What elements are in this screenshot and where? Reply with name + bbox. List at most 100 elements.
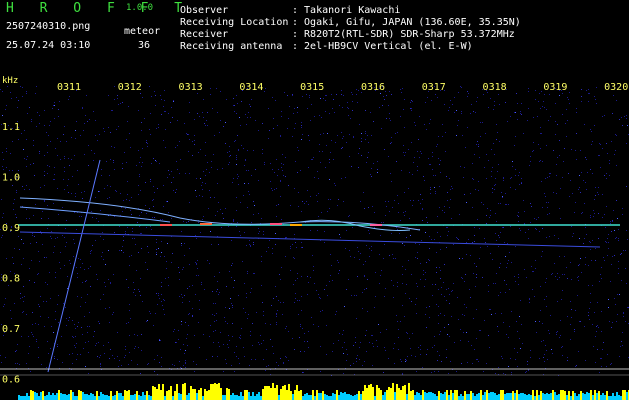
- noise-pixel: [492, 188, 493, 189]
- time-tick-label: 0315: [300, 82, 324, 93]
- noise-pixel: [574, 212, 575, 213]
- noise-pixel: [249, 240, 250, 241]
- noise-pixel: [73, 239, 74, 240]
- noise-pixel: [553, 192, 554, 193]
- noise-pixel: [595, 195, 596, 196]
- noise-pixel: [282, 154, 283, 155]
- noise-pixel: [586, 90, 587, 91]
- noise-pixel: [590, 302, 591, 303]
- noise-pixel: [99, 191, 100, 192]
- noise-pixel: [297, 300, 298, 301]
- level-bar-sample: [338, 395, 340, 400]
- noise-pixel: [572, 236, 573, 237]
- level-bar-sample: [296, 385, 298, 400]
- noise-pixel: [393, 348, 394, 349]
- noise-pixel: [621, 341, 622, 342]
- noise-pixel: [276, 322, 277, 323]
- level-bar-sample: [294, 390, 296, 400]
- noise-pixel: [409, 218, 410, 219]
- noise-pixel: [487, 246, 488, 247]
- noise-pixel: [174, 365, 175, 366]
- noise-pixel: [58, 109, 59, 110]
- noise-pixel: [414, 122, 415, 123]
- noise-pixel: [290, 246, 291, 247]
- noise-pixel: [615, 304, 616, 305]
- noise-pixel: [475, 286, 476, 287]
- noise-pixel: [135, 244, 136, 245]
- noise-pixel: [314, 116, 315, 117]
- noise-pixel: [292, 244, 293, 245]
- noise-pixel: [578, 351, 579, 352]
- noise-pixel: [60, 268, 61, 269]
- level-bar-sample: [534, 396, 536, 400]
- noise-pixel: [373, 121, 374, 122]
- noise-pixel: [88, 373, 89, 374]
- noise-pixel: [619, 356, 620, 357]
- noise-pixel: [432, 152, 433, 153]
- noise-pixel: [412, 174, 413, 175]
- noise-pixel: [434, 187, 435, 188]
- level-bar-sample: [114, 395, 116, 400]
- noise-pixel: [596, 331, 597, 332]
- noise-pixel: [268, 108, 269, 109]
- noise-pixel: [84, 154, 85, 155]
- noise-pixel: [236, 197, 237, 198]
- noise-pixel: [310, 277, 311, 278]
- noise-pixel: [57, 188, 58, 189]
- noise-pixel: [420, 203, 421, 204]
- noise-pixel: [368, 142, 369, 143]
- noise-pixel: [194, 144, 195, 145]
- noise-pixel: [110, 283, 111, 284]
- noise-pixel: [317, 171, 318, 172]
- noise-pixel: [331, 140, 332, 141]
- noise-pixel: [195, 262, 196, 263]
- level-bar-sample: [578, 394, 580, 400]
- noise-pixel: [535, 228, 536, 229]
- noise-pixel: [323, 98, 324, 99]
- noise-pixel: [50, 236, 51, 237]
- noise-pixel: [585, 182, 586, 183]
- level-bar-sample: [320, 393, 322, 400]
- noise-pixel: [181, 245, 182, 246]
- noise-pixel: [576, 159, 577, 160]
- noise-pixel: [64, 167, 65, 168]
- noise-pixel: [625, 250, 626, 251]
- noise-pixel: [28, 353, 29, 354]
- noise-pixel: [405, 152, 406, 153]
- noise-pixel: [543, 101, 544, 102]
- noise-pixel: [495, 184, 496, 185]
- noise-pixel: [419, 157, 420, 158]
- noise-pixel: [39, 153, 40, 154]
- noise-pixel: [478, 361, 479, 362]
- noise-pixel: [343, 95, 344, 96]
- level-bar-sample: [270, 388, 272, 400]
- noise-pixel: [432, 284, 433, 285]
- noise-pixel: [557, 157, 558, 158]
- noise-pixel: [512, 166, 513, 167]
- noise-pixel: [368, 207, 369, 208]
- noise-pixel: [320, 311, 321, 312]
- noise-pixel: [567, 316, 568, 317]
- noise-pixel: [42, 244, 43, 245]
- noise-pixel: [536, 229, 537, 230]
- noise-pixel: [271, 305, 272, 306]
- noise-pixel: [146, 142, 147, 143]
- noise-pixel: [114, 147, 115, 148]
- noise-pixel: [10, 310, 11, 311]
- noise-pixel: [217, 281, 218, 282]
- noise-pixel: [46, 132, 47, 133]
- noise-pixel: [270, 324, 271, 325]
- noise-pixel: [595, 362, 596, 363]
- noise-pixel: [205, 155, 206, 156]
- noise-pixel: [489, 217, 490, 218]
- noise-pixel: [389, 91, 390, 92]
- noise-pixel: [447, 200, 448, 201]
- noise-pixel: [281, 111, 282, 112]
- noise-pixel: [245, 159, 246, 160]
- noise-pixel: [526, 277, 527, 278]
- noise-pixel: [2, 91, 3, 92]
- noise-pixel: [76, 121, 77, 122]
- noise-pixel: [367, 279, 368, 280]
- noise-pixel: [51, 231, 52, 232]
- level-bar-sample: [326, 395, 328, 400]
